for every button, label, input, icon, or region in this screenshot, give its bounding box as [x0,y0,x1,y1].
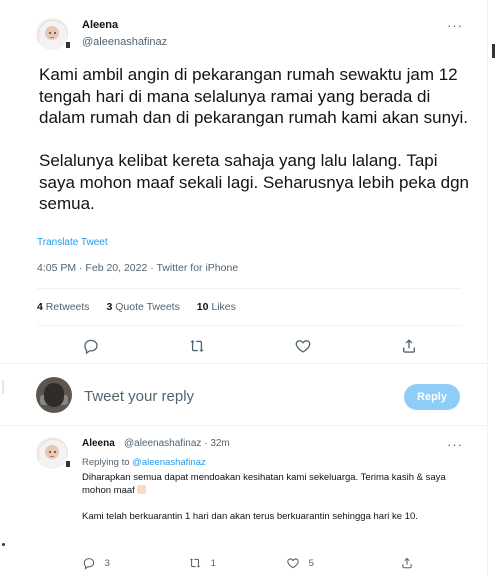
avatar-eye [54,32,56,34]
divider [0,363,487,364]
like-icon[interactable] [294,337,312,355]
reply-text: Diharapkan semua dapat mendoakan kesihat… [82,471,457,523]
reply-like-action[interactable]: 5 [286,556,314,570]
retweet-icon [189,558,201,568]
reply-paragraph: Kami telah berkuarantin 1 hari dan akan … [82,511,418,522]
replying-to: Replying to @aleenashafinaz [82,457,206,468]
tweet-paragraph: Kami ambil angin di pekarangan rumah sew… [39,65,469,127]
reply-count: 3 [104,557,110,569]
divider [0,425,487,426]
more-options-icon[interactable]: ··· [447,18,463,33]
reply-share-action[interactable] [400,556,414,570]
reply-icon [83,558,95,570]
avatar-badge-icon [66,461,70,467]
retweet-icon[interactable] [188,337,206,355]
avatar-eye [49,451,51,453]
reply-input[interactable]: Tweet your reply [84,388,194,405]
side-panel-edge [488,0,498,576]
avatar-eye [54,451,56,453]
quote-tweets-stat[interactable]: 3 Quote Tweets [106,301,179,313]
like-count: 5 [308,557,314,569]
tweet-timestamp[interactable]: 4:05 PM · Feb 20, 2022 · Twitter for iPh… [37,262,238,274]
reply-more-options-icon[interactable]: ··· [447,437,463,452]
divider [37,288,461,289]
tweet-column: Aleena @aleenashafinaz ··· Kami ambil an… [0,0,487,576]
reply-retweet-action[interactable]: 1 [188,556,216,570]
avatar-eye [49,32,51,34]
avatar-badge-icon [66,42,70,48]
reply-author-avatar[interactable] [36,437,68,469]
reply-button[interactable]: Reply [404,384,460,410]
reply-reply-action[interactable]: 3 [82,556,110,570]
retweets-stat[interactable]: 4 Retweets [37,301,90,313]
author-avatar[interactable] [36,18,68,50]
avatar-mouth [50,456,54,457]
reply-icon[interactable] [82,337,100,355]
tweet-paragraph: Selalunya kelibat kereta sahaja yang lal… [39,151,469,213]
tweet-text: Kami ambil angin di pekarangan rumah sew… [39,64,469,215]
share-icon[interactable] [400,337,418,355]
reply-author-name[interactable]: Aleena [82,438,115,449]
retweet-count: 1 [210,557,216,569]
like-icon [287,558,299,569]
translate-tweet-link[interactable]: Translate Tweet [37,237,108,248]
author-handle[interactable]: @aleenashafinaz [82,36,167,48]
avatar-mouth [50,37,54,38]
scrollbar-thumb[interactable] [492,44,495,58]
divider [37,325,461,326]
replying-to-label: Replying to [82,457,130,468]
share-icon [402,557,412,569]
avatar-detail [44,383,64,407]
current-user-avatar[interactable] [36,377,72,413]
likes-stat[interactable]: 10 Likes [197,301,236,313]
left-edge-mark [2,380,4,394]
author-name[interactable]: Aleena [82,19,118,31]
left-edge-mark [2,543,5,546]
tweet-stats: 4 Retweets 3 Quote Tweets 10 Likes [37,301,250,313]
reply-author-handle[interactable]: @aleenashafinaz · 32m [124,438,230,449]
folded-hands-emoji-icon [136,485,146,494]
replying-to-handle-link[interactable]: @aleenashafinaz [132,457,206,468]
